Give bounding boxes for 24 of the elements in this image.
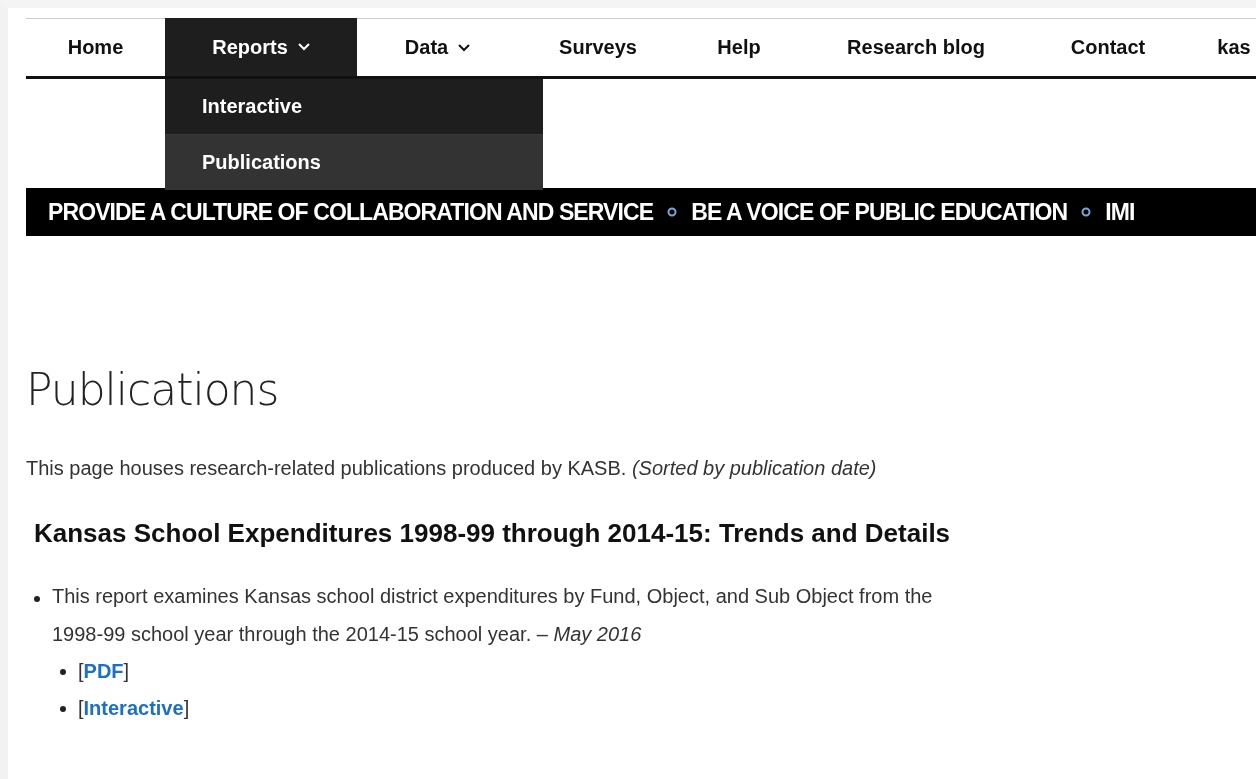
nav-tab[interactable]: Research blog — [800, 19, 1032, 76]
report-link[interactable]: [Interactive] — [78, 690, 190, 727]
ticker-text: IMI — [1105, 198, 1135, 226]
nav-tab[interactable]: Reports — [165, 18, 357, 76]
report-link[interactable]: [PDF] — [78, 653, 130, 690]
menu-item[interactable]: Interactive — [165, 79, 543, 134]
nav-tab[interactable]: Help — [678, 19, 800, 76]
intro-text: This page houses research-related publications produced by KASB. (Sorted by publication date) — [26, 457, 878, 480]
menu-item[interactable]: Publications — [165, 134, 543, 190]
bullet-icon — [60, 669, 66, 675]
ticker-text: PROVIDE A CULTURE OF COLLABORATION AND SERVICE — [48, 198, 654, 226]
nav-tab[interactable]: Data — [357, 19, 518, 76]
circle-icon — [1081, 207, 1092, 217]
nav-tab[interactable]: Contact — [1032, 19, 1184, 76]
bullet-icon — [60, 706, 66, 712]
nav-tab[interactable]: Surveys — [518, 19, 678, 76]
page-title: Publications — [26, 364, 280, 415]
bullet-icon — [34, 596, 40, 602]
report-description: This report examines Kansas school district expenditures by Fund, Object, and Sub Object from the 1998-99 school year through the 2014-15 school year. – May 2016 — [52, 584, 934, 647]
nav-tab[interactable]: kas — [1184, 19, 1256, 76]
nav-tab[interactable]: Home — [26, 19, 165, 76]
ticker-text: BE A VOICE OF PUBLIC EDUCATION — [691, 198, 1068, 226]
section-heading: Kansas School Expenditures 1998-99 through 2014-15: Trends and Details — [34, 518, 952, 549]
circle-icon — [667, 207, 678, 217]
